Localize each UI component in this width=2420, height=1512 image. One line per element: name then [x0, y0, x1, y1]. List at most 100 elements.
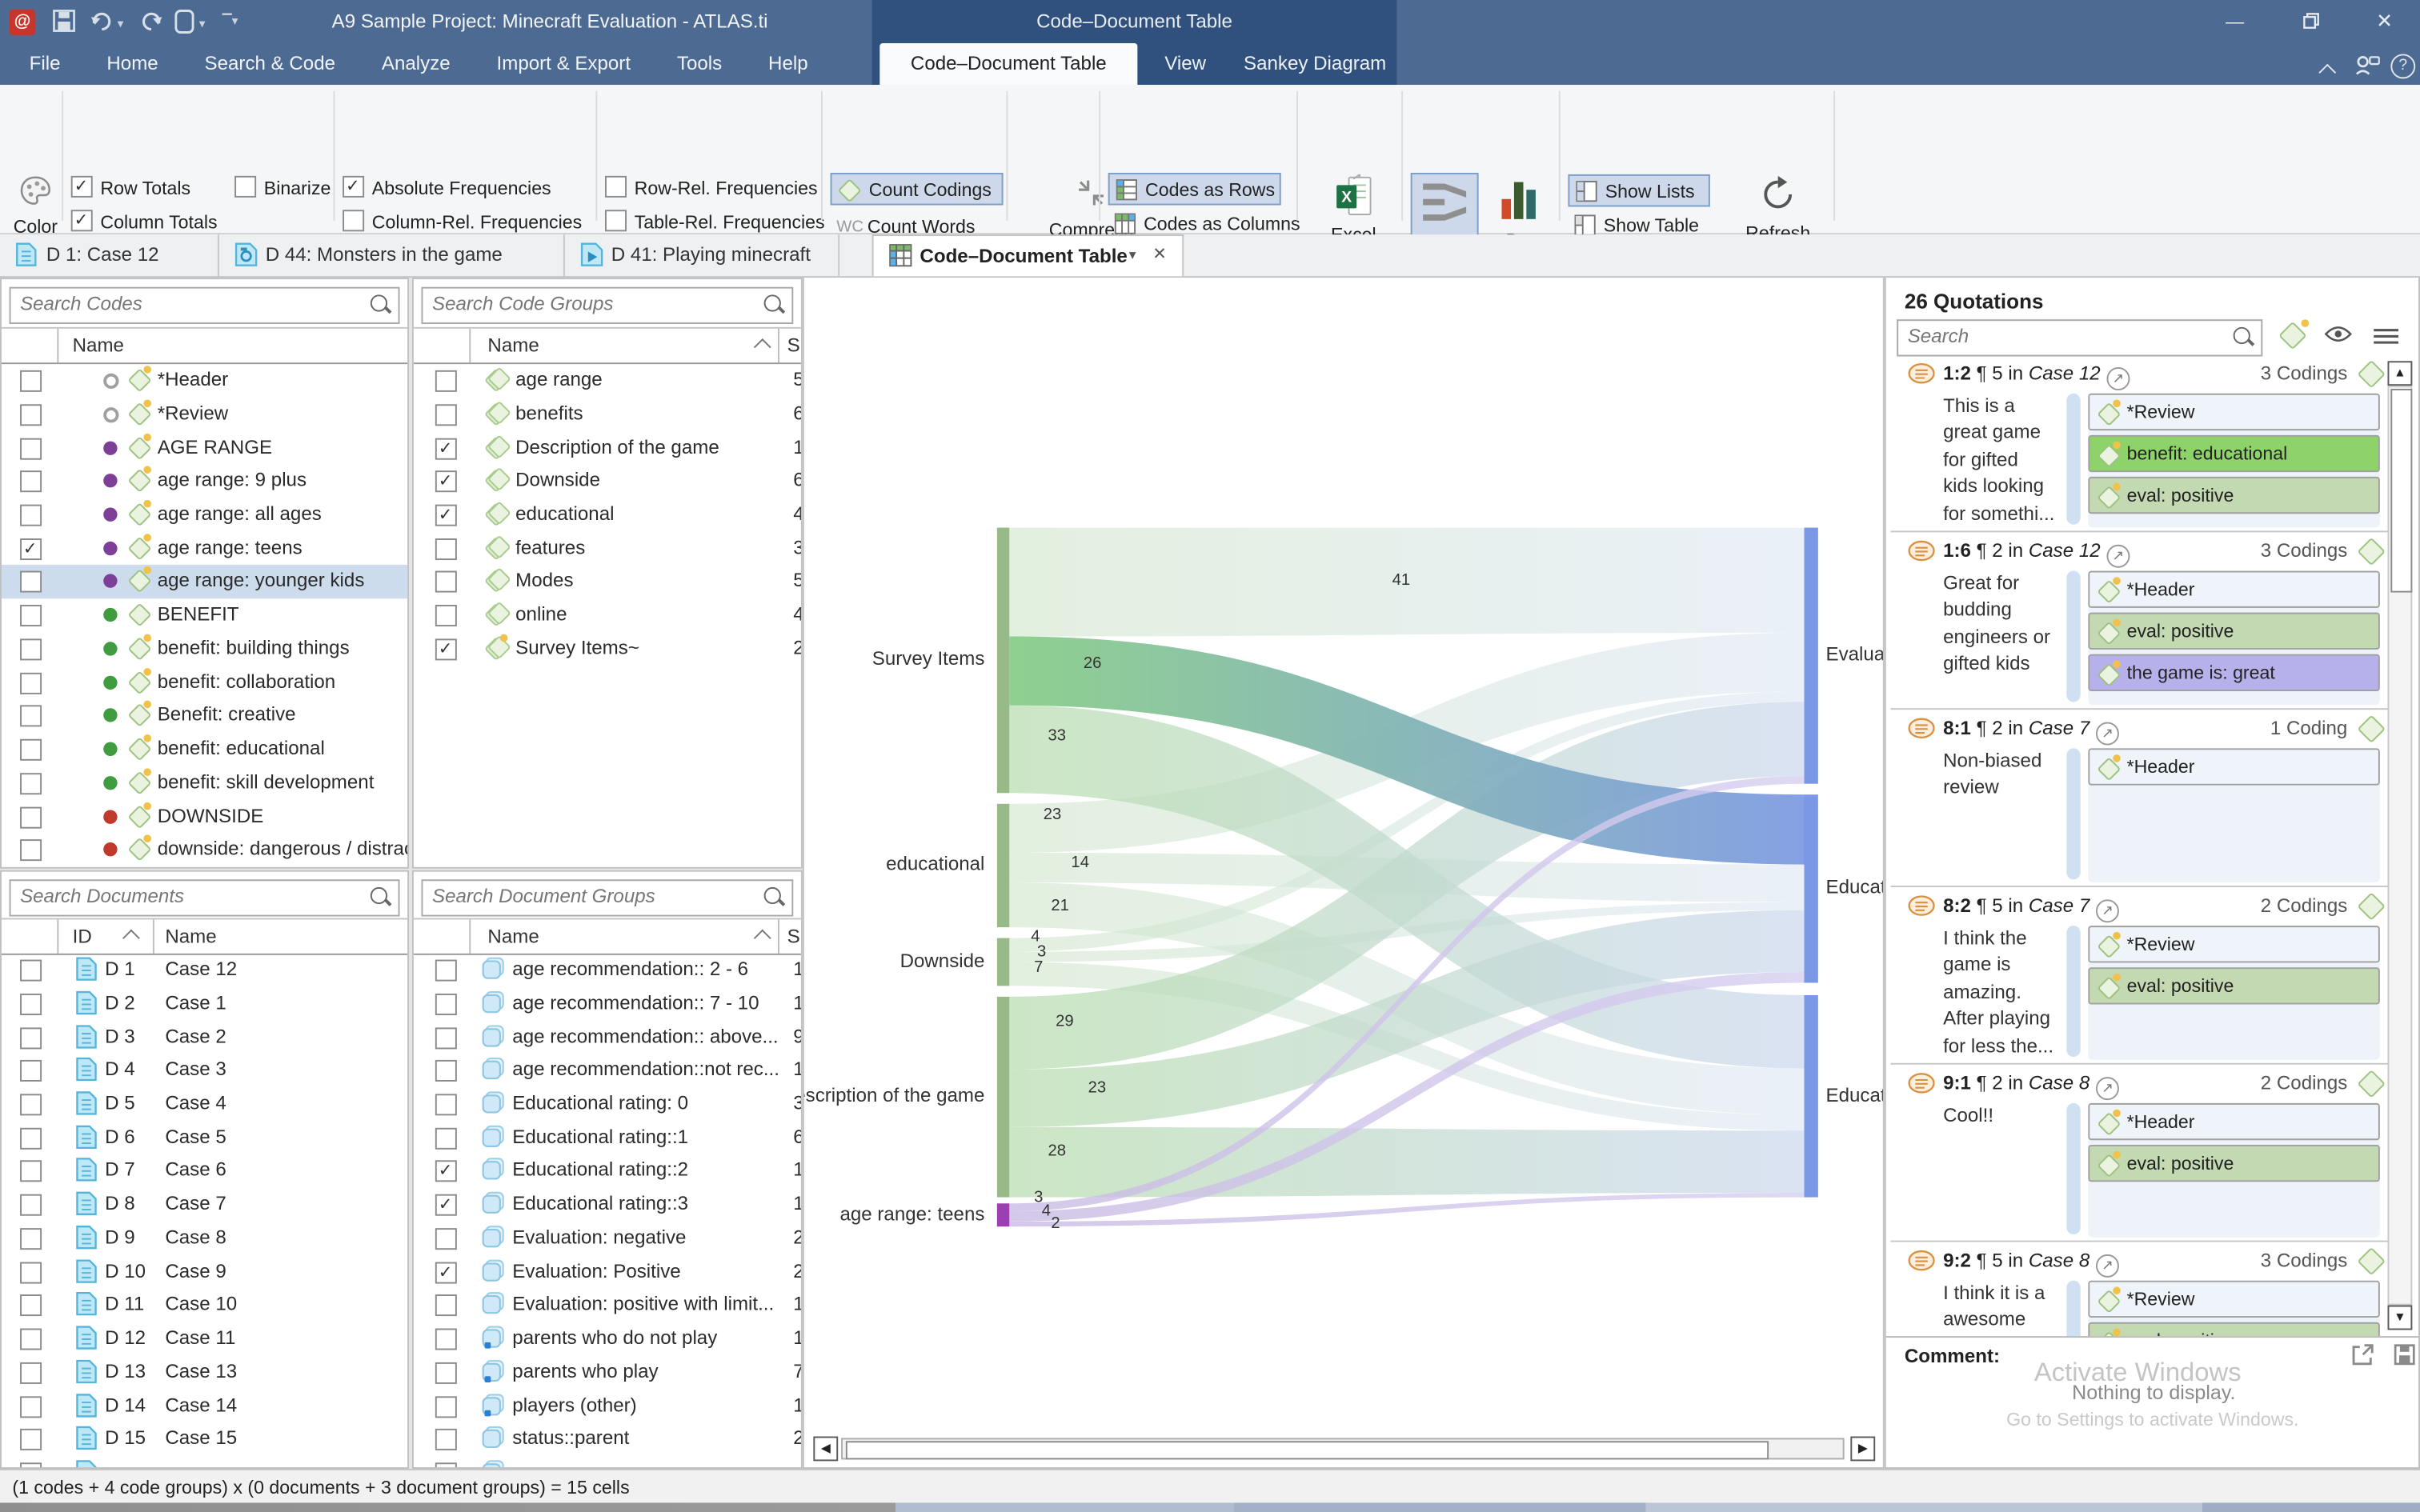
quotation-diamond-icon[interactable]: [2358, 1070, 2380, 1092]
goto-quotation-icon[interactable]: ↗: [2106, 545, 2130, 568]
document-row[interactable]: D 15Case 15: [2, 1423, 407, 1457]
document-checkbox[interactable]: [20, 1462, 42, 1469]
document-group-row[interactable]: parents who do not play1: [414, 1322, 801, 1356]
hscroll-thumb[interactable]: [846, 1441, 1769, 1459]
code-row[interactable]: DOWNSIDE: [2, 800, 407, 834]
sankey-node-left[interactable]: [997, 997, 1009, 1198]
document-row[interactable]: D 6Case 5: [2, 1121, 407, 1154]
document-group-row[interactable]: Evaluation: Positive2: [414, 1255, 801, 1289]
sankey-node-left[interactable]: [997, 804, 1009, 927]
document-group-checkbox[interactable]: [435, 1060, 457, 1082]
document-group-row[interactable]: Evaluation: positive with limit...1: [414, 1289, 801, 1322]
document-group-checkbox[interactable]: [435, 1127, 457, 1149]
code-group-checkbox[interactable]: [435, 471, 457, 493]
code-chip[interactable]: eval: positive: [2088, 1145, 2379, 1182]
document-row[interactable]: D 3Case 2: [2, 1021, 407, 1054]
code-checkbox[interactable]: [20, 840, 42, 862]
quotation-diamond-icon[interactable]: [2358, 1248, 2380, 1270]
code-checkbox[interactable]: [20, 504, 42, 526]
menu-file[interactable]: File: [6, 43, 84, 85]
document-checkbox[interactable]: [20, 960, 42, 982]
quotation-card[interactable]: 9:1 ¶ 2 in Case 8↗2 CodingsCool!!*Header…: [1886, 1068, 2397, 1242]
code-checkbox[interactable]: [20, 806, 42, 828]
close-button[interactable]: ✕: [2363, 0, 2406, 43]
document-row[interactable]: D 11Case 10: [2, 1289, 407, 1322]
documents-name-header[interactable]: Name: [165, 926, 216, 947]
sankey-node-left[interactable]: [997, 938, 1009, 986]
undo-icon[interactable]: [90, 10, 114, 34]
list-options-icon[interactable]: [2374, 326, 2402, 354]
codes-list-header[interactable]: Name: [2, 327, 407, 364]
ribbon-tab-sankey-diagram[interactable]: Sankey Diagram: [1233, 43, 1396, 85]
save-comment-icon[interactable]: [2394, 1344, 2415, 1374]
code-group-row[interactable]: age range5: [414, 364, 801, 398]
tab-close-icon[interactable]: ✕: [1152, 244, 1167, 264]
code-group-row[interactable]: benefits6: [414, 398, 801, 431]
quotation-card[interactable]: 1:2 ¶ 5 in Case 12↗3 CodingsThis is agre…: [1886, 358, 2397, 532]
quotations-search-input[interactable]: Search: [1897, 319, 2262, 356]
document-group-checkbox[interactable]: [435, 1429, 457, 1450]
quotation-diamond-icon[interactable]: [2358, 716, 2380, 738]
document-group-checkbox[interactable]: [435, 1262, 457, 1283]
codes-search-input[interactable]: Search Codes: [10, 287, 400, 324]
document-group-row[interactable]: age recommendation:: 2 - 61: [414, 954, 801, 987]
vscroll-thumb[interactable]: [2390, 389, 2412, 593]
code-group-checkbox[interactable]: [435, 438, 457, 459]
code-group-row[interactable]: features3: [414, 532, 801, 566]
ribbon-checkbox-absolute-frequencies[interactable]: Absolute Frequencies: [343, 176, 551, 207]
ribbon-checkbox-row-rel-frequencies[interactable]: Row-Rel. Frequencies: [605, 176, 818, 207]
code-checkbox[interactable]: [20, 739, 42, 761]
document-group-checkbox[interactable]: [435, 1395, 457, 1417]
document-group-row[interactable]: Evaluation: negative2: [414, 1222, 801, 1255]
document-row[interactable]: D 12Case 11: [2, 1322, 407, 1356]
code-group-checkbox[interactable]: [435, 571, 457, 593]
vscroll-track[interactable]: [2387, 386, 2412, 1305]
code-group-row[interactable]: Downside6: [414, 465, 801, 498]
document-row[interactable]: D 1Case 12: [2, 954, 407, 987]
code-chip[interactable]: benefit: educational: [2088, 435, 2379, 472]
codes-as-rows-button[interactable]: Codes as Rows: [1108, 173, 1281, 205]
quotation-card[interactable]: 1:6 ¶ 2 in Case 12↗3 CodingsGreat forbud…: [1886, 535, 2397, 710]
code-group-row[interactable]: Description of the game1: [414, 431, 801, 465]
quotation-diamond-icon[interactable]: [2358, 361, 2380, 382]
code-checkbox[interactable]: [20, 571, 42, 593]
menu-help[interactable]: Help: [745, 43, 831, 85]
goto-quotation-icon[interactable]: ↗: [2096, 1254, 2119, 1278]
document-group-row[interactable]: age recommendation::not rec...1: [414, 1054, 801, 1088]
document-checkbox[interactable]: [20, 993, 42, 1014]
hscroll-track[interactable]: [841, 1438, 1845, 1459]
doc-tab-3[interactable]: D 41: Playing minecraft: [565, 234, 839, 276]
code-group-checkbox[interactable]: [435, 504, 457, 526]
document-checkbox[interactable]: [20, 1194, 42, 1216]
code-row[interactable]: BENEFIT: [2, 598, 407, 632]
ribbon-tab-view[interactable]: View: [1137, 43, 1233, 85]
hscroll-left-arrow[interactable]: ◀: [813, 1436, 838, 1461]
sankey-node-right[interactable]: [1804, 794, 1817, 982]
code-row[interactable]: age range: 9 plus: [2, 465, 407, 498]
code-checkbox[interactable]: [20, 605, 42, 626]
menu-import-export[interactable]: Import & Export: [474, 43, 654, 85]
doc-tab-1[interactable]: D 1: Case 12: [0, 234, 219, 276]
code-group-row[interactable]: Survey Items~2: [414, 632, 801, 666]
code-row[interactable]: benefit: building things: [2, 632, 407, 666]
documents-id-header[interactable]: ID: [73, 926, 92, 947]
document-row[interactable]: D 5Case 4: [2, 1087, 407, 1121]
code-checkbox[interactable]: [20, 404, 42, 426]
goto-quotation-icon[interactable]: ↗: [2106, 367, 2130, 390]
documents-list-header[interactable]: ID Name: [2, 918, 407, 954]
document-group-row[interactable]: status::parent2: [414, 1423, 801, 1457]
code-group-row[interactable]: online4: [414, 598, 801, 632]
document-group-row[interactable]: parents who play7: [414, 1356, 801, 1390]
document-checkbox[interactable]: [20, 1328, 42, 1350]
document-group-checkbox[interactable]: [435, 1194, 457, 1216]
menu-home[interactable]: Home: [83, 43, 181, 85]
document-group-row[interactable]: Educational rating::21: [414, 1154, 801, 1188]
ribbon-tab-code-document-table[interactable]: Code–Document Table: [879, 43, 1137, 85]
code-chip[interactable]: eval: positive: [2088, 1322, 2379, 1336]
redo-icon[interactable]: [139, 10, 164, 34]
code-checkbox[interactable]: [20, 438, 42, 459]
code-groups-list-header[interactable]: Name S: [414, 327, 801, 364]
code-checkbox[interactable]: [20, 706, 42, 727]
code-chip[interactable]: *Review: [2088, 926, 2379, 962]
quotation-card[interactable]: 9:2 ¶ 5 in Case 8↗3 CodingsI think it is…: [1886, 1245, 2397, 1336]
